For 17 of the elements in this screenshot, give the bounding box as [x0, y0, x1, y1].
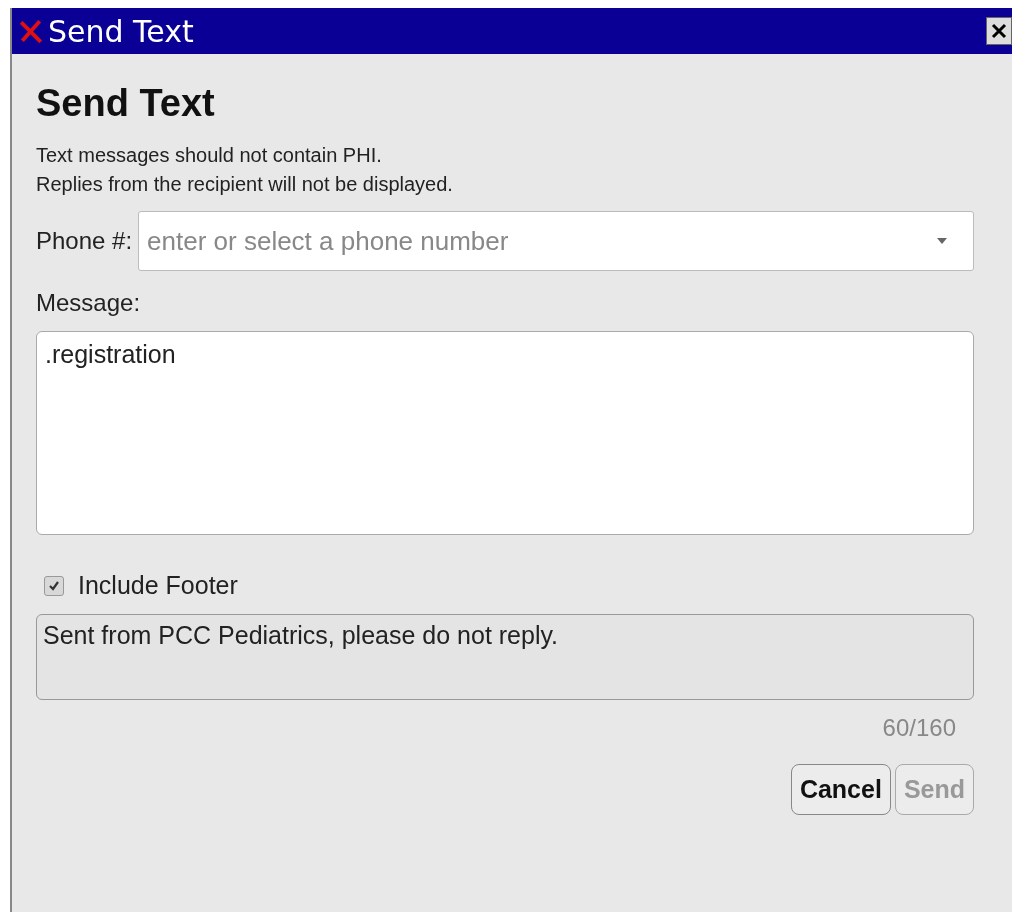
close-icon: [991, 23, 1007, 39]
phone-combobox[interactable]: enter or select a phone number: [138, 211, 974, 271]
x-logo-icon: [18, 18, 44, 44]
window-title: Send Text: [48, 13, 195, 49]
close-button[interactable]: [986, 17, 1012, 45]
include-footer-label: Include Footer: [78, 571, 238, 600]
notice-text: Text messages should not contain PHI.: [36, 143, 383, 168]
include-footer-checkbox[interactable]: [44, 575, 64, 596]
message-label: Message:: [36, 289, 142, 317]
message-field[interactable]: .registration: [36, 331, 974, 535]
checkmark-icon: [48, 579, 60, 592]
character-counter: 60/160: [882, 714, 956, 742]
dialog-heading: Send Text: [36, 82, 216, 125]
notice-text: Replies from the recipient will not be displayed.: [36, 172, 454, 197]
phone-label: Phone #:: [36, 227, 133, 255]
dialog-button[interactable]: Cancel: [790, 764, 891, 815]
caret-icon: [936, 237, 948, 245]
